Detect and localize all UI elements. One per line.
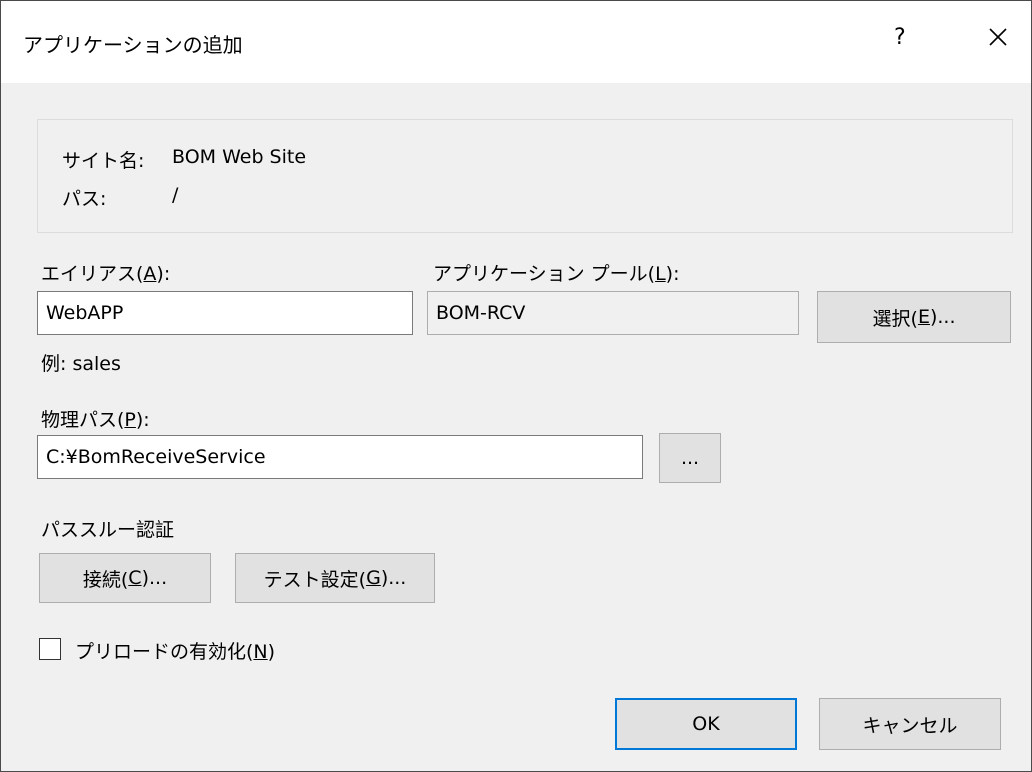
app-pool-label: アプリケーション プール(L): xyxy=(433,263,680,285)
path-value: / xyxy=(172,184,179,206)
site-name-label: サイト名: xyxy=(62,150,145,172)
close-icon[interactable] xyxy=(983,19,1013,55)
preload-label[interactable]: プリロードの有効化(N) xyxy=(75,637,275,664)
connect-as-button[interactable]: 接続(C)... xyxy=(39,553,211,603)
site-info-group: サイト名: BOM Web Site パス: / xyxy=(37,119,1013,233)
physical-path-input[interactable]: C:¥BomReceiveService xyxy=(37,435,643,479)
add-application-dialog: アプリケーションの追加 ? サイト名: BOM Web Site パス: / エ… xyxy=(0,0,1032,772)
preload-checkbox[interactable] xyxy=(39,638,61,660)
select-app-pool-button[interactable]: 選択(E)... xyxy=(817,291,1011,343)
test-settings-button[interactable]: テスト設定(G)... xyxy=(235,553,435,603)
cancel-button[interactable]: キャンセル xyxy=(819,698,1001,750)
site-name-value: BOM Web Site xyxy=(172,146,307,168)
path-label: パス: xyxy=(62,188,107,210)
app-pool-field: BOM-RCV xyxy=(427,291,799,335)
alias-input[interactable]: WebAPP xyxy=(37,291,413,335)
physical-path-label: 物理パス(P): xyxy=(41,409,150,431)
alias-label: エイリアス(A): xyxy=(41,263,171,285)
passthrough-heading: パススルー認証 xyxy=(41,519,175,541)
help-icon[interactable]: ? xyxy=(894,25,906,50)
ok-button[interactable]: OK xyxy=(615,698,797,750)
dialog-title: アプリケーションの追加 xyxy=(23,33,243,57)
browse-button[interactable]: ... xyxy=(659,433,721,483)
alias-example: 例: sales xyxy=(41,353,121,375)
title-bar: アプリケーションの追加 ? xyxy=(1,1,1031,83)
